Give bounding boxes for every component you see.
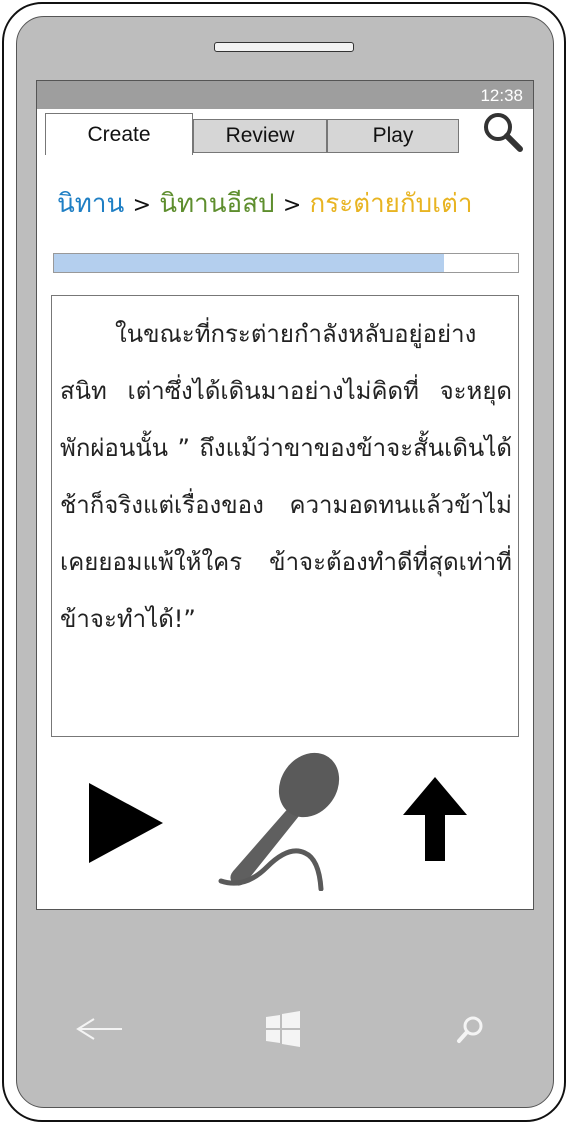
status-bar: 12:38 bbox=[37, 81, 533, 109]
tab-bar: Create Review Play bbox=[45, 111, 465, 155]
tab-review[interactable]: Review bbox=[193, 119, 327, 153]
search-icon bbox=[457, 1016, 483, 1043]
microphone-icon bbox=[218, 752, 340, 892]
breadcrumb: นิทาน > นิทานอีสป > กระต่ายกับเต่า bbox=[57, 183, 473, 224]
search-button[interactable] bbox=[481, 111, 525, 153]
arrow-up-icon bbox=[403, 777, 467, 861]
back-button[interactable] bbox=[74, 1015, 124, 1043]
upload-button[interactable] bbox=[401, 775, 469, 863]
breadcrumb-item-tales[interactable]: นิทาน bbox=[57, 189, 124, 219]
tab-create[interactable]: Create bbox=[45, 113, 193, 155]
progress-bar bbox=[53, 253, 519, 273]
app-screen: 12:38 Create Review Play นิทาน > นิทานอี… bbox=[36, 80, 534, 910]
back-arrow-icon bbox=[76, 1018, 122, 1040]
record-button[interactable] bbox=[215, 749, 345, 892]
play-button[interactable] bbox=[87, 781, 167, 865]
breadcrumb-separator: > bbox=[282, 193, 302, 218]
search-icon bbox=[484, 113, 523, 152]
windows-logo-icon bbox=[266, 1011, 300, 1047]
breadcrumb-separator: > bbox=[132, 193, 151, 218]
breadcrumb-item-current: กระต่ายกับเต่า bbox=[309, 189, 473, 219]
status-time: 12:38 bbox=[480, 86, 523, 105]
speaker-grille bbox=[214, 42, 354, 52]
breadcrumb-item-aesop[interactable]: นิทานอีสป bbox=[159, 189, 274, 219]
home-button[interactable] bbox=[264, 1010, 302, 1048]
progress-fill bbox=[54, 254, 444, 272]
hardware-search-button[interactable] bbox=[456, 1015, 486, 1045]
tab-play[interactable]: Play bbox=[327, 119, 459, 153]
story-text[interactable]: ในขณะที่กระต่ายกำลังหลับอยู่อย่างสนิท เต… bbox=[51, 295, 519, 737]
play-icon bbox=[89, 783, 163, 863]
